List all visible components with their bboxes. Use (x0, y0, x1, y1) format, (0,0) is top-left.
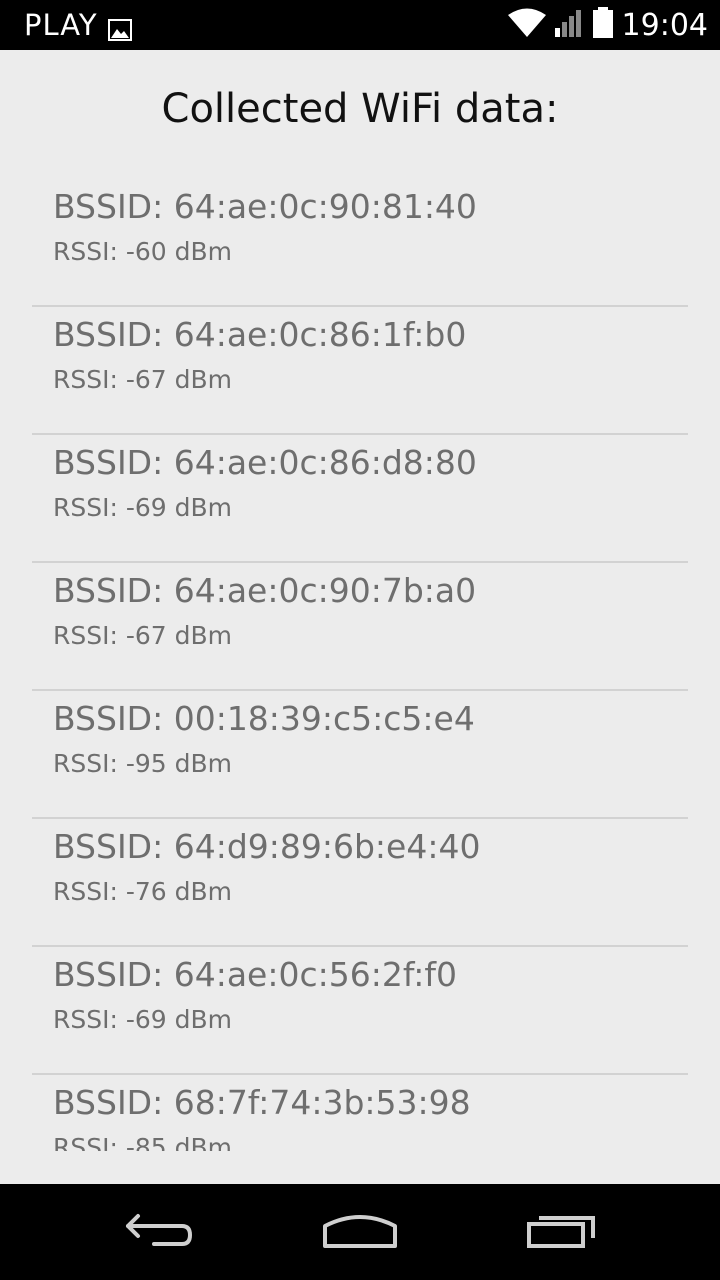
rssi-text: RSSI: -76 dBm (53, 877, 233, 906)
back-button[interactable] (115, 1202, 205, 1262)
status-right: 19:04 (507, 7, 708, 43)
list-item[interactable]: BSSID: 64:ae:0c:90:7b:a0 RSSI: -67 dBm (32, 563, 688, 691)
bssid-text: BSSID: 64:d9:89:6b:e4:40 (53, 827, 481, 866)
rssi-text: RSSI: -67 dBm (53, 621, 233, 650)
wifi-icon (507, 8, 546, 42)
rssi-text: RSSI: -85 dBm (53, 1133, 233, 1151)
status-bar: PLAY 19:04 (0, 0, 720, 50)
image-notification-icon (107, 14, 132, 41)
cell-signal-icon (554, 8, 584, 42)
list-item[interactable]: BSSID: 68:7f:74:3b:53:98 RSSI: -85 dBm (32, 1075, 688, 1151)
bssid-text: BSSID: 00:18:39:c5:c5:e4 (53, 699, 475, 738)
list-item[interactable]: BSSID: 64:d9:89:6b:e4:40 RSSI: -76 dBm (32, 819, 688, 947)
page-title: Collected WiFi data: (161, 86, 559, 132)
recents-button[interactable] (517, 1202, 607, 1262)
bssid-text: BSSID: 64:ae:0c:86:d8:80 (53, 443, 477, 482)
list-item[interactable]: BSSID: 00:18:39:c5:c5:e4 RSSI: -95 dBm (32, 691, 688, 819)
home-icon (322, 1210, 398, 1254)
carrier-name: PLAY (24, 8, 98, 42)
recents-icon (526, 1210, 598, 1254)
list-item[interactable]: BSSID: 64:ae:0c:56:2f:f0 RSSI: -69 dBm (32, 947, 688, 1075)
rssi-text: RSSI: -69 dBm (53, 1005, 233, 1034)
bssid-text: BSSID: 64:ae:0c:90:7b:a0 (53, 571, 477, 610)
bssid-text: BSSID: 64:ae:0c:90:81:40 (53, 187, 477, 226)
status-left: PLAY (24, 8, 132, 42)
back-icon (124, 1210, 196, 1254)
wifi-list[interactable]: BSSID: 64:ae:0c:90:81:40 RSSI: -60 dBm B… (32, 179, 688, 1151)
navigation-bar (0, 1184, 720, 1280)
list-item[interactable]: BSSID: 64:ae:0c:86:d8:80 RSSI: -69 dBm (32, 435, 688, 563)
rssi-text: RSSI: -69 dBm (53, 493, 233, 522)
battery-icon (592, 7, 614, 43)
list-item[interactable]: BSSID: 64:ae:0c:90:81:40 RSSI: -60 dBm (32, 179, 688, 307)
bssid-text: BSSID: 64:ae:0c:56:2f:f0 (53, 955, 457, 994)
bssid-text: BSSID: 64:ae:0c:86:1f:b0 (53, 315, 467, 354)
clock: 19:04 (621, 7, 708, 43)
list-item[interactable]: BSSID: 64:ae:0c:86:1f:b0 RSSI: -67 dBm (32, 307, 688, 435)
home-button[interactable] (315, 1202, 405, 1262)
rssi-text: RSSI: -67 dBm (53, 365, 233, 394)
rssi-text: RSSI: -95 dBm (53, 749, 233, 778)
main-content: Collected WiFi data: BSSID: 64:ae:0c:90:… (0, 50, 720, 1184)
bssid-text: BSSID: 68:7f:74:3b:53:98 (53, 1083, 471, 1122)
rssi-text: RSSI: -60 dBm (53, 237, 233, 266)
